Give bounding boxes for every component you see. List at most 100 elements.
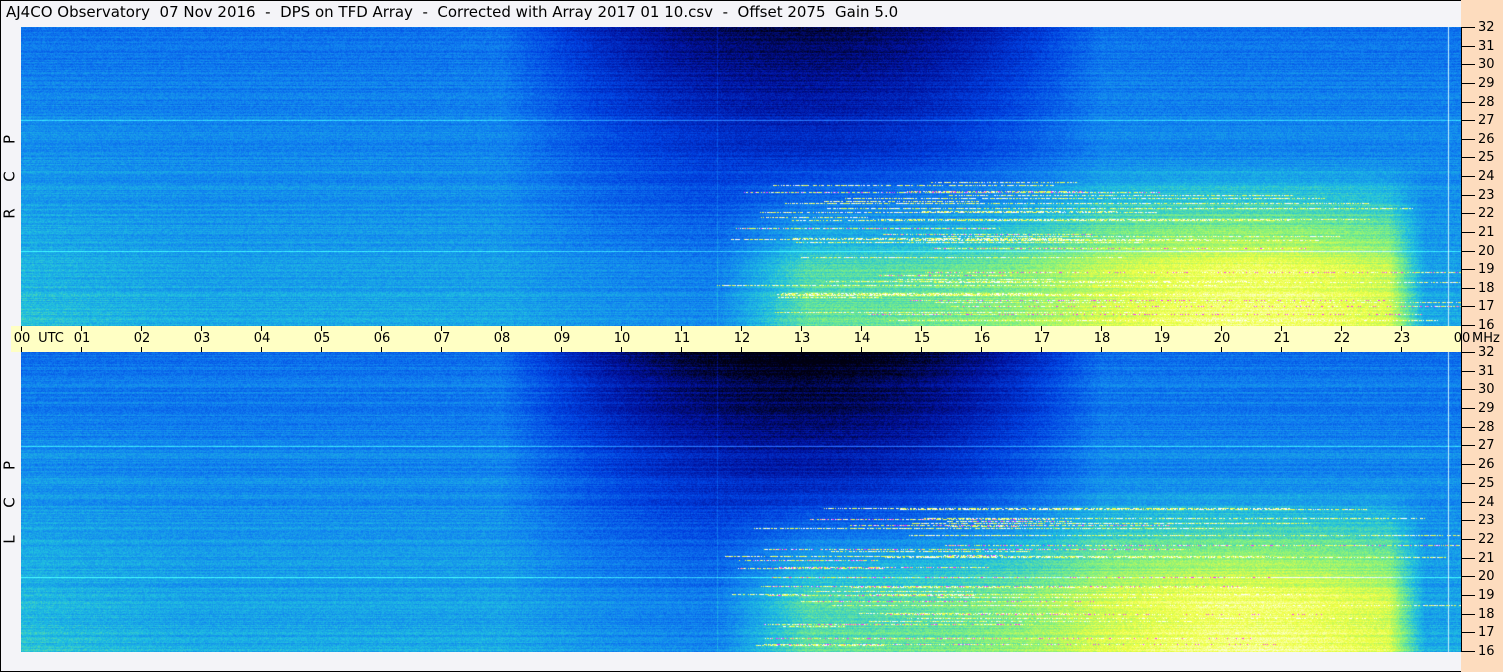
y-tick-label: 28	[1478, 95, 1495, 110]
x-tick-label: 13	[793, 331, 811, 346]
panel-label-letter: L	[0, 534, 19, 544]
y-tick-mark	[1461, 558, 1475, 559]
x-tick-label: 09	[553, 331, 571, 346]
y-tick-label: 32	[1478, 20, 1495, 35]
x-tick-label: 15	[913, 331, 931, 346]
y-tick-mark	[1461, 157, 1475, 158]
y-tick-label: 24	[1478, 495, 1495, 510]
x-tick-mark	[801, 347, 802, 352]
y-tick-label: 31	[1478, 39, 1495, 54]
y-tick-label: 30	[1478, 382, 1495, 397]
y-tick-mark	[1461, 102, 1475, 103]
x-tick-mark	[1161, 347, 1162, 352]
x-tick-label: 20	[1213, 331, 1231, 346]
y-tick-label: 21	[1478, 225, 1495, 240]
y-tick-label: 19	[1478, 588, 1495, 603]
y-tick-label: 18	[1478, 281, 1495, 296]
x-tick-mark	[21, 347, 22, 352]
y-tick-mark	[1461, 27, 1475, 28]
y-tick-label: 22	[1478, 206, 1495, 221]
y-tick-mark	[1461, 464, 1475, 465]
y-tick-mark	[1461, 408, 1475, 409]
x-tick-mark	[141, 347, 142, 352]
y-tick-mark	[1461, 213, 1475, 214]
y-tick-mark	[1461, 139, 1475, 140]
y-tick-label: 26	[1478, 132, 1495, 147]
x-tick-mark	[561, 347, 562, 352]
x-tick-mark	[441, 347, 442, 352]
panel-label-letter: P	[0, 460, 19, 470]
x-tick-mark	[1221, 347, 1222, 352]
x-tick-label: 18	[1093, 331, 1111, 346]
y-tick-mark	[1461, 483, 1475, 484]
y-tick-label: 26	[1478, 457, 1495, 472]
x-tick-mark	[741, 347, 742, 352]
x-tick-label: 03	[193, 331, 211, 346]
x-tick-label: 00	[13, 331, 31, 346]
x-tick-mark	[261, 347, 262, 352]
time-unit-label: UTC	[38, 331, 64, 346]
x-tick-label: 00	[1453, 331, 1471, 346]
y-tick-mark	[1461, 46, 1475, 47]
x-tick-mark	[981, 347, 982, 352]
y-tick-label: 25	[1478, 476, 1495, 491]
y-tick-label: 16	[1478, 644, 1495, 659]
y-tick-mark	[1461, 352, 1475, 353]
rcp-spectrogram	[21, 27, 1461, 326]
x-tick-mark	[861, 347, 862, 352]
panel-label-letter: R	[0, 208, 19, 219]
y-tick-label: 18	[1478, 607, 1495, 622]
frequency-unit-label: MHz	[1472, 331, 1500, 346]
x-tick-label: 14	[853, 331, 871, 346]
y-tick-mark	[1461, 325, 1475, 326]
x-tick-mark	[1401, 347, 1402, 352]
x-tick-mark	[681, 347, 682, 352]
panel-label-letter: C	[0, 496, 19, 508]
y-tick-mark	[1461, 427, 1475, 428]
y-tick-label: 20	[1478, 569, 1495, 584]
y-tick-mark	[1461, 595, 1475, 596]
lcp-spectrogram	[21, 352, 1461, 652]
y-tick-label: 31	[1478, 364, 1495, 379]
x-tick-label: 10	[613, 331, 631, 346]
y-tick-label: 23	[1478, 188, 1495, 203]
y-tick-mark	[1461, 614, 1475, 615]
y-tick-label: 17	[1478, 299, 1495, 314]
x-tick-label: 21	[1273, 331, 1291, 346]
y-tick-mark	[1461, 232, 1475, 233]
y-tick-mark	[1461, 632, 1475, 633]
x-tick-label: 23	[1393, 331, 1411, 346]
x-tick-mark	[1281, 347, 1282, 352]
y-tick-mark	[1461, 288, 1475, 289]
x-tick-mark	[81, 347, 82, 352]
y-tick-mark	[1461, 539, 1475, 540]
panel-label-letter: P	[0, 134, 19, 145]
x-tick-label: 19	[1153, 331, 1171, 346]
x-tick-label: 01	[73, 331, 91, 346]
y-tick-mark	[1461, 176, 1475, 177]
x-tick-mark	[321, 347, 322, 352]
y-tick-mark	[1461, 269, 1475, 270]
y-tick-label: 23	[1478, 513, 1495, 528]
x-tick-mark	[1041, 347, 1042, 352]
x-tick-label: 16	[973, 331, 991, 346]
x-tick-label: 08	[493, 331, 511, 346]
x-tick-label: 12	[733, 331, 751, 346]
y-tick-label: 22	[1478, 532, 1495, 547]
y-tick-mark	[1461, 651, 1475, 652]
y-tick-label: 29	[1478, 76, 1495, 91]
y-tick-mark	[1461, 83, 1475, 84]
y-tick-mark	[1461, 120, 1475, 121]
y-tick-mark	[1461, 445, 1475, 446]
y-tick-mark	[1461, 371, 1475, 372]
x-tick-label: 04	[253, 331, 271, 346]
x-tick-label: 17	[1033, 331, 1051, 346]
y-tick-label: 27	[1478, 438, 1495, 453]
x-tick-label: 07	[433, 331, 451, 346]
x-tick-label: 02	[133, 331, 151, 346]
y-tick-label: 30	[1478, 57, 1495, 72]
x-tick-mark	[201, 347, 202, 352]
x-tick-mark	[621, 347, 622, 352]
x-tick-mark	[921, 347, 922, 352]
y-tick-label: 19	[1478, 262, 1495, 277]
